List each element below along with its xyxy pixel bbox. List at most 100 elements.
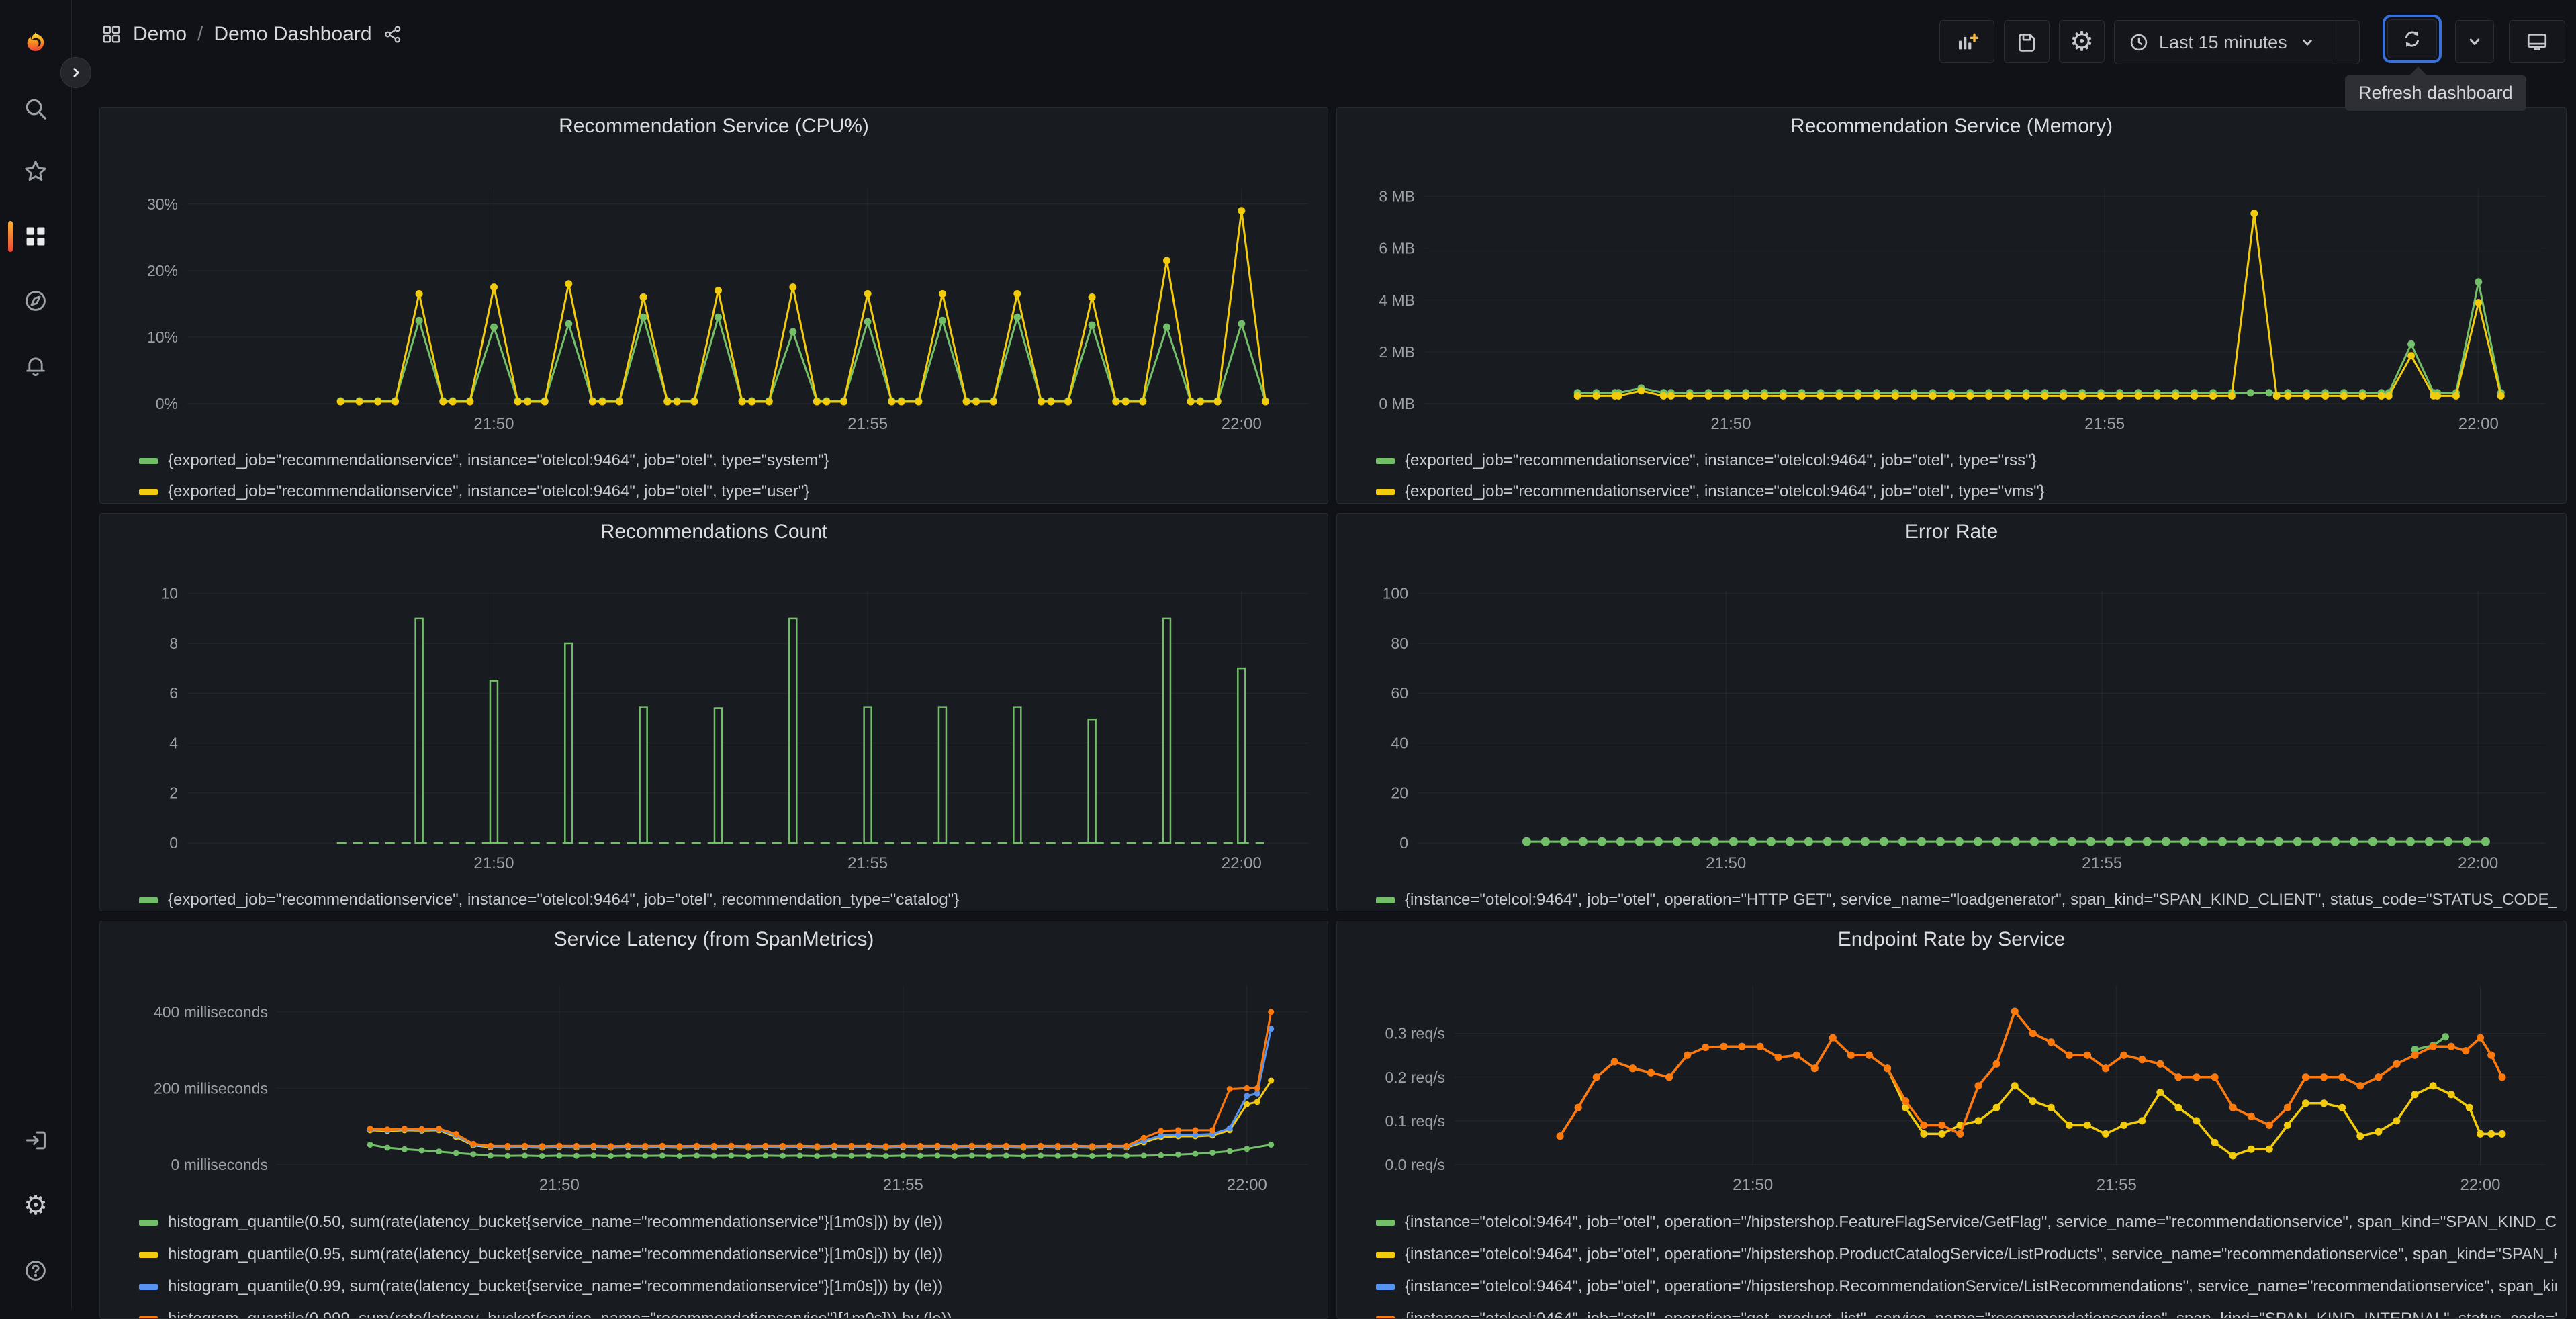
legend-item[interactable]: {exported_job="recommendationservice", i… bbox=[139, 476, 1318, 504]
svg-text:0.1 req/s: 0.1 req/s bbox=[1385, 1112, 1446, 1130]
sidebar-item-search[interactable] bbox=[0, 85, 71, 133]
error-rate-chart[interactable]: 02040608010021:5021:5522:00 bbox=[1337, 514, 2566, 911]
svg-text:21:50: 21:50 bbox=[1733, 1176, 1773, 1194]
svg-text:0 milliseconds: 0 milliseconds bbox=[171, 1156, 268, 1173]
star-icon bbox=[23, 158, 48, 184]
legend-item[interactable]: {instance="otelcol:9464", job="otel", op… bbox=[1376, 1238, 2557, 1271]
legend-item[interactable]: {exported_job="recommendationservice", i… bbox=[139, 445, 1318, 476]
series-catalog bbox=[416, 619, 1246, 843]
legend-label: histogram_quantile(0.999, sum(rate(laten… bbox=[168, 1310, 952, 1319]
svg-text:100: 100 bbox=[1383, 585, 1408, 602]
sign-in-icon bbox=[23, 1128, 48, 1153]
svg-text:30%: 30% bbox=[147, 195, 178, 213]
kiosk-mode-button[interactable] bbox=[2509, 20, 2565, 63]
svg-text:0%: 0% bbox=[156, 395, 178, 412]
dashboard-settings-button[interactable]: ⚙ bbox=[2059, 20, 2105, 63]
add-panel-button[interactable] bbox=[1939, 20, 1994, 63]
legend: {instance="otelcol:9464", job="otel", op… bbox=[1376, 1206, 2557, 1319]
gear-icon: ⚙ bbox=[2070, 28, 2094, 55]
svg-text:20%: 20% bbox=[147, 262, 178, 279]
svg-text:10%: 10% bbox=[147, 328, 178, 346]
panel-recommendation-cpu: Recommendation Service (CPU%) 0%10%20%30… bbox=[99, 107, 1328, 504]
legend-swatch bbox=[139, 897, 158, 903]
expand-sidebar-button[interactable] bbox=[60, 57, 91, 88]
sidebar-item-explore[interactable] bbox=[0, 277, 71, 325]
legend-item[interactable]: {instance="otelcol:9464", job="otel", op… bbox=[1376, 884, 2557, 911]
sidebar-item-sign-in[interactable] bbox=[0, 1116, 71, 1165]
share-icon[interactable] bbox=[383, 24, 403, 44]
legend-swatch bbox=[139, 1316, 158, 1319]
svg-text:0: 0 bbox=[169, 834, 178, 852]
chevron-right-icon bbox=[67, 64, 85, 81]
panel-recommendation-memory: Recommendation Service (Memory) 0 MB2 MB… bbox=[1336, 107, 2567, 504]
save-dashboard-button[interactable] bbox=[2004, 20, 2050, 63]
svg-text:2 MB: 2 MB bbox=[1379, 343, 1415, 361]
legend-item[interactable]: histogram_quantile(0.99, sum(rate(latenc… bbox=[139, 1271, 1318, 1303]
legend-item[interactable]: histogram_quantile(0.50, sum(rate(latenc… bbox=[139, 1206, 1318, 1238]
legend-item[interactable]: {exported_job="recommendationservice", i… bbox=[1376, 476, 2557, 504]
legend-item[interactable]: {exported_job="recommendationservice", i… bbox=[139, 884, 1318, 911]
svg-text:2: 2 bbox=[169, 784, 178, 802]
svg-text:200 milliseconds: 200 milliseconds bbox=[154, 1079, 268, 1097]
sidebar-item-help[interactable] bbox=[0, 1246, 71, 1295]
monitor-icon bbox=[2526, 30, 2548, 53]
series-listrecommendations bbox=[1557, 1008, 2506, 1140]
breadcrumb-current[interactable]: Demo Dashboard bbox=[214, 23, 371, 46]
legend-label: {instance="otelcol:9464", job="otel", op… bbox=[1405, 1213, 2557, 1232]
grafana-logo[interactable] bbox=[0, 17, 71, 66]
svg-text:0.0 req/s: 0.0 req/s bbox=[1385, 1156, 1446, 1173]
series-user bbox=[337, 207, 1269, 405]
legend-swatch bbox=[1376, 1220, 1395, 1226]
legend-item[interactable]: {instance="otelcol:9464", job="otel", op… bbox=[1376, 1303, 2557, 1319]
legend-item[interactable]: {exported_job="recommendationservice", i… bbox=[1376, 445, 2557, 476]
refresh-dashboard-button[interactable] bbox=[2387, 19, 2437, 58]
svg-text:21:50: 21:50 bbox=[1706, 854, 1746, 872]
refresh-focus-ring bbox=[2383, 15, 2442, 63]
legend-swatch bbox=[1376, 1252, 1395, 1258]
svg-text:6 MB: 6 MB bbox=[1379, 240, 1415, 257]
gear-icon: ⚙ bbox=[24, 1192, 48, 1219]
refresh-interval-dropdown[interactable] bbox=[2455, 20, 2494, 63]
legend-swatch bbox=[139, 458, 158, 464]
legend-swatch bbox=[1376, 1284, 1395, 1290]
panel-service-latency: Service Latency (from SpanMetrics) 0 mil… bbox=[99, 921, 1328, 1319]
svg-text:0 MB: 0 MB bbox=[1379, 395, 1415, 412]
legend-item[interactable]: {instance="otelcol:9464", job="otel", op… bbox=[1376, 1271, 2557, 1303]
sidebar-item-starred[interactable] bbox=[0, 147, 71, 195]
svg-text:8: 8 bbox=[169, 635, 178, 652]
legend-swatch bbox=[1376, 1316, 1395, 1319]
legend: {exported_job="recommendationservice", i… bbox=[1376, 445, 2557, 504]
breadcrumb-section[interactable]: Demo bbox=[133, 23, 187, 46]
memory-chart[interactable]: 0 MB2 MB4 MB6 MB8 MB21:5021:5522:00 bbox=[1337, 108, 2566, 503]
sidebar-item-settings[interactable]: ⚙ bbox=[0, 1181, 71, 1230]
recommendations-count-chart[interactable]: 024681021:5021:5522:00 bbox=[100, 514, 1328, 911]
legend: {exported_job="recommendationservice", i… bbox=[139, 445, 1318, 504]
series-p99 bbox=[367, 1026, 1275, 1150]
legend-swatch bbox=[139, 1252, 158, 1258]
legend-swatch bbox=[139, 1284, 158, 1290]
legend-item[interactable]: {instance="otelcol:9464", job="otel", op… bbox=[1376, 1206, 2557, 1238]
legend-label: histogram_quantile(0.95, sum(rate(latenc… bbox=[168, 1245, 943, 1264]
svg-text:22:00: 22:00 bbox=[2460, 1176, 2500, 1194]
series-get-product-list bbox=[1557, 1008, 2506, 1140]
legend-label: {instance="otelcol:9464", job="otel", op… bbox=[1405, 891, 2557, 909]
zoom-out-button[interactable] bbox=[2332, 21, 2359, 64]
series-system bbox=[337, 314, 1269, 405]
sidebar-item-dashboards[interactable] bbox=[0, 212, 71, 261]
apps-grid-icon[interactable] bbox=[101, 24, 122, 45]
time-range-picker[interactable]: Last 15 minutes bbox=[2115, 21, 2332, 64]
legend: {exported_job="recommendationservice", i… bbox=[139, 884, 1318, 911]
sidebar-item-alerting[interactable] bbox=[0, 342, 71, 390]
series-p999 bbox=[367, 1009, 1275, 1149]
legend-item[interactable]: histogram_quantile(0.95, sum(rate(latenc… bbox=[139, 1238, 1318, 1271]
svg-text:20: 20 bbox=[1391, 784, 1408, 802]
svg-text:21:50: 21:50 bbox=[473, 415, 514, 433]
legend-item[interactable]: histogram_quantile(0.999, sum(rate(laten… bbox=[139, 1303, 1318, 1319]
legend-swatch bbox=[1376, 458, 1395, 464]
cpu-chart[interactable]: 0%10%20%30%21:5021:5522:00 bbox=[100, 108, 1328, 503]
svg-text:4: 4 bbox=[169, 734, 178, 752]
svg-text:22:00: 22:00 bbox=[2458, 415, 2499, 433]
nav-sidebar: ⚙ bbox=[0, 0, 72, 1308]
svg-text:10: 10 bbox=[160, 585, 178, 602]
svg-text:21:55: 21:55 bbox=[847, 415, 888, 433]
